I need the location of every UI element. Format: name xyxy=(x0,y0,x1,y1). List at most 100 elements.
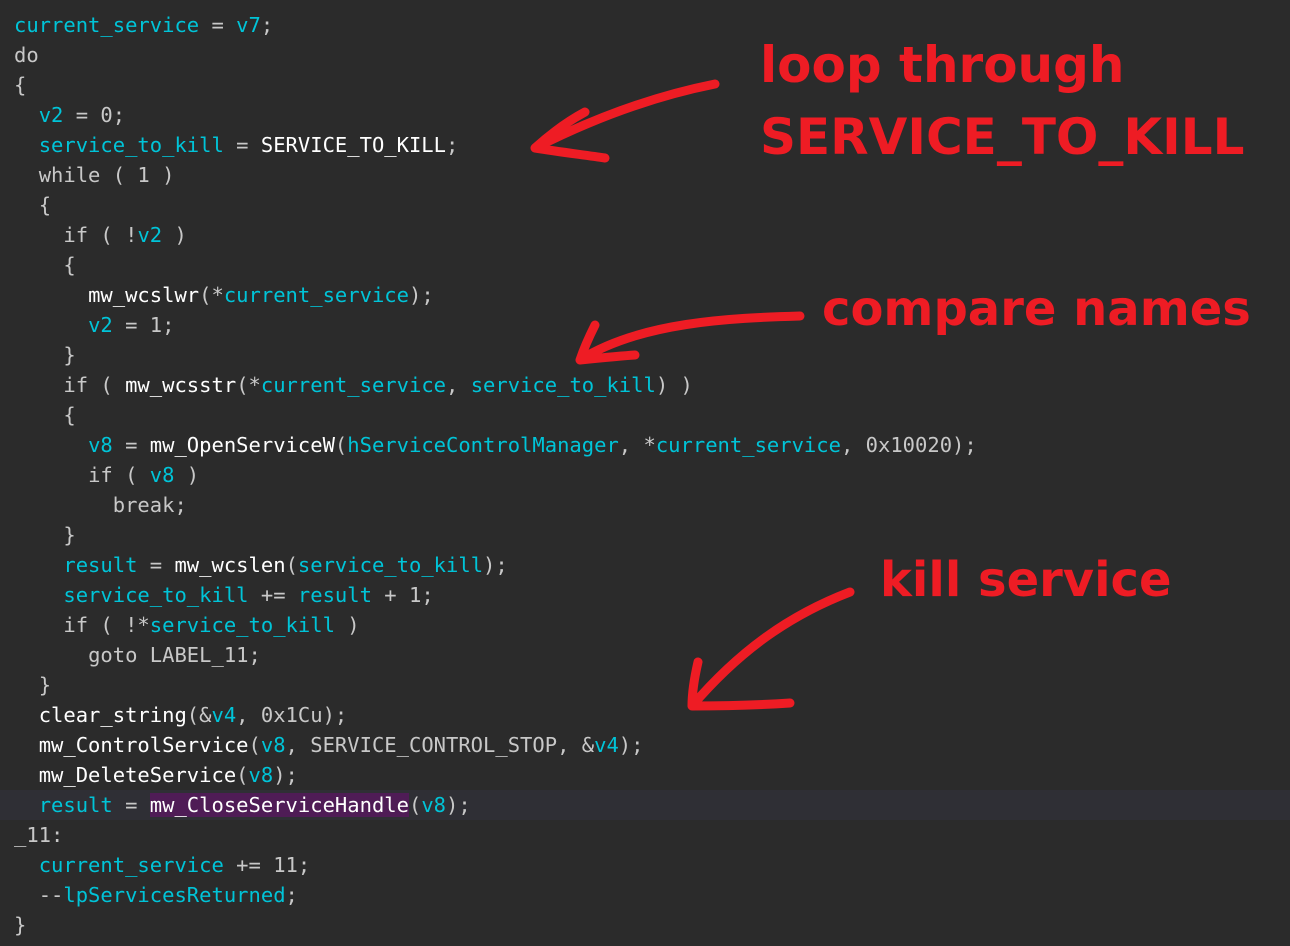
code-variable[interactable]: lpServicesReturned xyxy=(63,883,285,907)
code-text: , 0x1Cu); xyxy=(236,703,348,727)
code-variable[interactable]: v2 xyxy=(39,103,64,127)
code-text: (* xyxy=(199,283,224,307)
code-text: = xyxy=(112,793,150,817)
code-text: ; xyxy=(446,133,459,157)
annotation-kill-service: kill service xyxy=(880,552,1172,608)
code-line[interactable]: goto LABEL_11; xyxy=(0,640,1290,670)
code-variable[interactable]: v2 xyxy=(88,313,113,337)
annotation-loop-line1: loop through xyxy=(760,36,1125,94)
code-text: ) xyxy=(174,463,200,487)
code-variable[interactable]: service_to_kill xyxy=(63,583,248,607)
code-line[interactable]: } xyxy=(0,520,1290,550)
code-text: LABEL_11 xyxy=(149,643,249,667)
code-text: ); xyxy=(618,733,644,757)
code-line[interactable]: } xyxy=(0,340,1290,370)
code-line[interactable]: --lpServicesReturned; xyxy=(0,880,1290,910)
code-line[interactable]: result = mw_CloseServiceHandle(v8); xyxy=(0,790,1290,820)
code-text: ( xyxy=(334,433,348,457)
code-variable[interactable]: current_service xyxy=(39,853,224,877)
code-variable[interactable]: v8 xyxy=(150,463,175,487)
code-function-name[interactable]: SERVICE_TO_KILL xyxy=(261,133,446,157)
code-variable[interactable]: current_service xyxy=(656,433,841,457)
code-variable[interactable]: v4 xyxy=(594,733,619,757)
code-text: , * xyxy=(618,433,656,457)
code-line[interactable]: { xyxy=(0,250,1290,280)
code-text: break; xyxy=(112,493,187,517)
code-line[interactable]: } xyxy=(0,910,1290,940)
code-function-name[interactable]: clear_string xyxy=(39,703,187,727)
code-line[interactable]: clear_string(&v4, 0x1Cu); xyxy=(0,700,1290,730)
code-variable[interactable]: current_service xyxy=(14,13,199,37)
code-line[interactable]: break; xyxy=(0,490,1290,520)
code-variable[interactable]: service_to_kill xyxy=(298,553,483,577)
code-text: { xyxy=(63,403,76,427)
code-variable[interactable]: v8 xyxy=(249,763,274,787)
code-text: ); xyxy=(483,553,508,577)
code-text: ) xyxy=(162,223,187,247)
code-variable[interactable]: current_service xyxy=(261,373,446,397)
code-variable[interactable]: v2 xyxy=(137,223,162,247)
code-function-name[interactable]: mw_OpenServiceW xyxy=(150,433,335,457)
code-line[interactable]: v8 = mw_OpenServiceW(hServiceControlMana… xyxy=(0,430,1290,460)
code-variable[interactable]: v7 xyxy=(236,13,261,37)
code-line[interactable]: if ( !*service_to_kill ) xyxy=(0,610,1290,640)
annotation-loop-through: loop through SERVICE_TO_KILL xyxy=(760,38,1245,164)
code-variable[interactable]: v4 xyxy=(211,703,236,727)
code-text: if ( xyxy=(88,463,150,487)
code-text: (& xyxy=(186,703,212,727)
code-line[interactable]: _11: xyxy=(0,820,1290,850)
code-variable[interactable]: v8 xyxy=(88,433,113,457)
code-variable[interactable]: hServiceControlManager xyxy=(347,433,619,457)
code-text: if ( ! xyxy=(63,223,138,247)
code-variable[interactable]: result xyxy=(39,793,113,817)
code-function-name[interactable]: mw_wcslwr xyxy=(88,283,199,307)
code-variable[interactable]: result xyxy=(298,583,372,607)
code-line[interactable]: { xyxy=(0,190,1290,220)
code-line[interactable]: current_service += 11; xyxy=(0,850,1290,880)
code-variable[interactable]: v8 xyxy=(421,793,446,817)
code-line[interactable]: if ( mw_wcsstr(*current_service, service… xyxy=(0,370,1290,400)
code-variable[interactable]: service_to_kill xyxy=(150,613,335,637)
code-line[interactable]: if ( v8 ) xyxy=(0,460,1290,490)
code-text: = 1; xyxy=(112,313,175,337)
code-text: ; xyxy=(260,13,274,37)
code-function-name[interactable]: mw_DeleteService xyxy=(39,763,236,787)
code-text: if ( !* xyxy=(63,613,150,637)
code-variable[interactable]: v8 xyxy=(261,733,286,757)
code-function-name[interactable]: mw_wcsstr xyxy=(125,373,236,397)
annotation-compare-names: compare names xyxy=(822,281,1251,337)
code-function-name[interactable]: mw_ControlService xyxy=(39,733,249,757)
code-text: ; xyxy=(285,883,298,907)
code-text: = xyxy=(199,13,237,37)
code-text: SERVICE_CONTROL_STOP xyxy=(310,733,558,757)
code-line[interactable]: mw_ControlService(v8, SERVICE_CONTROL_ST… xyxy=(0,730,1290,760)
code-variable[interactable]: current_service xyxy=(224,283,409,307)
code-function-name[interactable]: mw_wcslen xyxy=(174,553,285,577)
code-text: { xyxy=(38,193,52,217)
code-function-name[interactable]: mw_CloseServiceHandle xyxy=(149,793,409,817)
code-variable[interactable]: service_to_kill xyxy=(39,133,224,157)
code-line[interactable]: mw_DeleteService(v8); xyxy=(0,760,1290,790)
code-text: ); xyxy=(273,763,298,787)
code-line[interactable]: } xyxy=(0,670,1290,700)
code-variable[interactable]: service_to_kill xyxy=(471,373,656,397)
code-line[interactable]: { xyxy=(0,400,1290,430)
code-variable[interactable]: result xyxy=(63,553,137,577)
code-text: = 0; xyxy=(63,103,126,127)
code-text: ) xyxy=(334,613,360,637)
code-text: ); xyxy=(408,283,434,307)
code-line[interactable]: if ( !v2 ) xyxy=(0,220,1290,250)
